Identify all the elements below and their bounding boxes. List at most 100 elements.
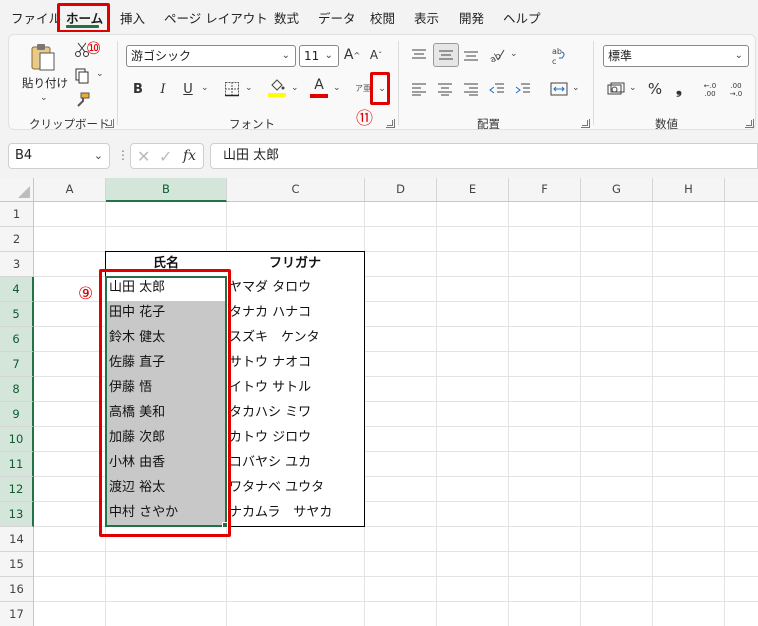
number-format-combo[interactable]: 標準 ⌄: [603, 45, 749, 67]
orientation-icon[interactable]: ab: [487, 45, 507, 65]
copy-icon[interactable]: [73, 67, 91, 85]
more-options-icon[interactable]: ⋮: [117, 149, 129, 161]
italic-button[interactable]: I: [154, 79, 172, 99]
wrap-text-icon[interactable]: ab c: [549, 43, 569, 69]
bold-button[interactable]: B: [129, 79, 147, 99]
row-header-3[interactable]: 3: [0, 252, 34, 277]
clipboard-launcher-icon[interactable]: [105, 119, 114, 128]
column-header-g[interactable]: G: [581, 178, 653, 202]
underline-dropdown-icon[interactable]: ⌄: [201, 83, 209, 93]
row-header-15[interactable]: 15: [0, 552, 34, 577]
column-header-f[interactable]: F: [509, 178, 581, 202]
font-color-dropdown-icon[interactable]: ⌄: [333, 83, 341, 93]
merge-dropdown-icon[interactable]: ⌄: [572, 83, 580, 93]
align-right-icon[interactable]: [461, 79, 481, 99]
kana-cell[interactable]: カトウ ジロウ: [226, 426, 365, 452]
border-dropdown-icon[interactable]: ⌄: [245, 83, 253, 93]
align-middle-icon[interactable]: [433, 43, 459, 67]
kana-cell[interactable]: イトウ サトル: [226, 376, 365, 402]
kana-cell[interactable]: ヤマダ タロウ: [226, 276, 365, 302]
paste-dropdown-icon[interactable]: ⌄: [40, 93, 48, 103]
accounting-dropdown-icon[interactable]: ⌄: [629, 83, 637, 93]
font-size-combo[interactable]: 11 ⌄: [299, 45, 339, 67]
row-header-12[interactable]: 12: [0, 477, 34, 502]
row-header-14[interactable]: 14: [0, 527, 34, 552]
increase-indent-icon[interactable]: [513, 79, 533, 99]
kana-cell[interactable]: スズキ ケンタ: [226, 326, 365, 352]
fill-color-dropdown-icon[interactable]: ⌄: [291, 83, 299, 93]
row-header-7[interactable]: 7: [0, 352, 34, 377]
row-header-5[interactable]: 5: [0, 302, 34, 327]
tab-review[interactable]: 校閲: [370, 8, 395, 27]
row-header-1[interactable]: 1: [0, 202, 34, 227]
chevron-down-icon[interactable]: ⌄: [94, 144, 103, 168]
align-top-icon[interactable]: [409, 45, 429, 65]
align-left-icon[interactable]: [409, 79, 429, 99]
row-header-13[interactable]: 13: [0, 502, 34, 527]
column-header-b[interactable]: B: [106, 178, 227, 202]
decrease-indent-icon[interactable]: [487, 79, 507, 99]
tab-formulas[interactable]: 数式: [274, 8, 299, 27]
tab-file[interactable]: ファイル: [11, 8, 61, 27]
paste-label[interactable]: 貼り付け: [22, 75, 68, 91]
increase-font-size-icon[interactable]: A ^: [343, 45, 361, 65]
tab-insert[interactable]: 挿入: [120, 8, 145, 27]
header-cell-kana[interactable]: フリガナ: [226, 251, 365, 277]
tab-developer[interactable]: 開発: [459, 8, 484, 27]
row-header-16[interactable]: 16: [0, 577, 34, 602]
cancel-icon[interactable]: ✕: [137, 147, 150, 166]
tab-view[interactable]: 表示: [414, 8, 439, 27]
formula-controls: ✕ ✓ fx: [130, 143, 204, 169]
row-header-9[interactable]: 9: [0, 402, 34, 427]
column-header-c[interactable]: C: [227, 178, 365, 202]
insert-function-icon[interactable]: fx: [183, 148, 196, 164]
tab-data[interactable]: データ: [318, 8, 356, 27]
row-header-8[interactable]: 8: [0, 377, 34, 402]
paste-icon[interactable]: [27, 41, 59, 73]
confirm-icon[interactable]: ✓: [159, 147, 172, 166]
row-header-6[interactable]: 6: [0, 327, 34, 352]
kana-cell[interactable]: タカハシ ミワ: [226, 401, 365, 427]
row-header-2[interactable]: 2: [0, 227, 34, 252]
orientation-dropdown-icon[interactable]: ⌄: [510, 49, 518, 59]
decrease-decimal-button[interactable]: .00 →.0: [725, 79, 747, 101]
worksheet-grid[interactable]: A B C D E F G H 1 2 3 4 5 6 7 8 9 10 11 …: [0, 178, 758, 626]
align-center-icon[interactable]: [435, 79, 455, 99]
font-name-combo[interactable]: 游ゴシック ⌄: [126, 45, 296, 67]
percent-style-button[interactable]: %: [645, 79, 665, 99]
kana-cell[interactable]: サトウ ナオコ: [226, 351, 365, 377]
select-all-corner[interactable]: [0, 178, 34, 202]
fill-color-icon[interactable]: [267, 77, 287, 99]
align-bottom-icon[interactable]: [461, 45, 481, 65]
format-painter-icon[interactable]: [73, 91, 91, 109]
column-header-i[interactable]: [725, 178, 758, 202]
increase-decimal-button[interactable]: ←.0 .00: [699, 79, 721, 101]
alignment-launcher-icon[interactable]: [581, 119, 590, 128]
accounting-format-icon[interactable]: [605, 79, 627, 99]
comma-style-button[interactable]: ❟: [671, 79, 687, 99]
column-header-h[interactable]: H: [653, 178, 725, 202]
kana-cell[interactable]: ナカムラ サヤカ: [226, 501, 365, 527]
column-header-d[interactable]: D: [365, 178, 437, 202]
underline-button[interactable]: U: [179, 79, 197, 99]
tab-help[interactable]: ヘルプ: [503, 8, 541, 27]
merge-center-icon[interactable]: [549, 79, 569, 99]
kana-cell[interactable]: タナカ ハナコ: [226, 301, 365, 327]
number-launcher-icon[interactable]: [745, 119, 754, 128]
border-icon[interactable]: [222, 79, 242, 99]
formula-input[interactable]: 山田 太郎: [210, 143, 758, 169]
row-header-10[interactable]: 10: [0, 427, 34, 452]
copy-dropdown-icon[interactable]: ⌄: [96, 69, 104, 79]
row-header-4[interactable]: 4: [0, 277, 34, 302]
row-header-11[interactable]: 11: [0, 452, 34, 477]
row-header-17[interactable]: 17: [0, 602, 34, 626]
name-box[interactable]: B4 ⌄: [8, 143, 110, 169]
kana-cell[interactable]: コバヤシ ユカ: [226, 451, 365, 477]
kana-cell[interactable]: ワタナベ ユウタ: [226, 476, 365, 502]
font-launcher-icon[interactable]: [386, 119, 395, 128]
column-header-a[interactable]: A: [34, 178, 106, 202]
tab-page-layout[interactable]: ページ レイアウト: [164, 8, 268, 27]
decrease-font-size-icon[interactable]: Aˇ: [367, 45, 385, 65]
font-color-icon[interactable]: A: [309, 77, 329, 99]
column-header-e[interactable]: E: [437, 178, 509, 202]
